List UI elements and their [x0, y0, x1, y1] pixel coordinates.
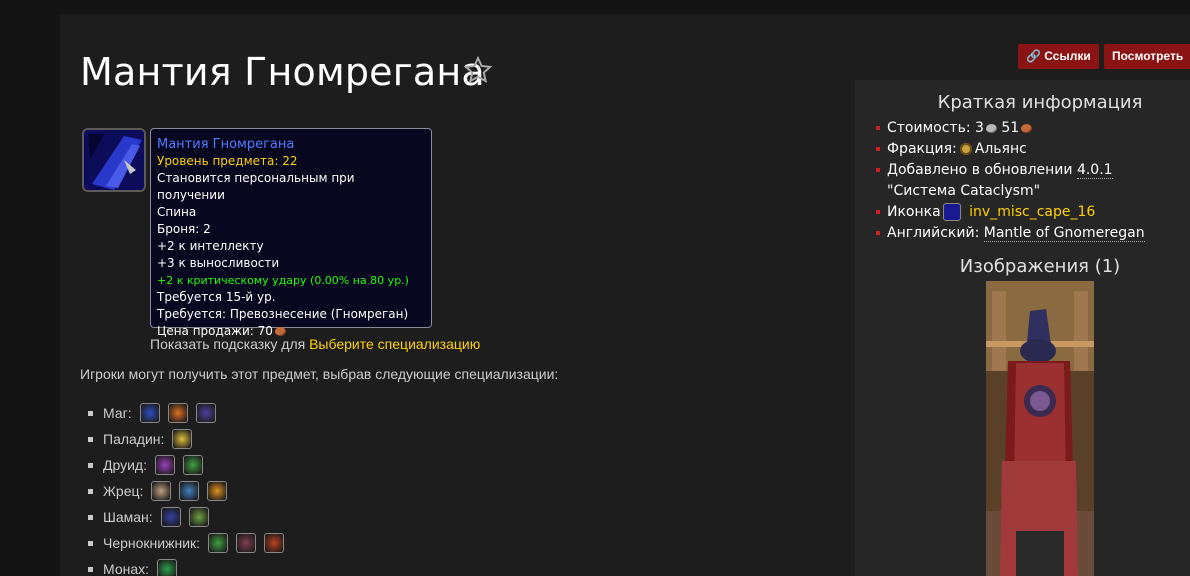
- spec-class-label: Маг:: [103, 405, 132, 421]
- tooltip-item-name: Мантия Гномрегана: [157, 137, 295, 152]
- links-button[interactable]: 🔗 Ссылки: [1018, 44, 1099, 69]
- spec-icon[interactable]: [207, 481, 228, 501]
- tooltip-slot: Спина: [157, 205, 197, 219]
- spec-class-label: Шаман:: [103, 509, 153, 525]
- spec-icon[interactable]: [160, 507, 181, 527]
- spec-icon[interactable]: [139, 403, 160, 423]
- quick-info-title: Краткая информация: [937, 92, 1143, 113]
- favorite-star-icon[interactable]: [463, 55, 493, 85]
- item-tooltip: Мантия Гномрегана Уровень предмета: 22 С…: [150, 128, 432, 338]
- english-name-link[interactable]: Mantle of Gnomeregan: [983, 225, 1145, 242]
- tooltip-binding: Становится персональным при получении: [157, 171, 355, 202]
- info-icon: Иконка inv_misc_cape_16: [876, 202, 1176, 223]
- spec-item: Жрец:: [88, 478, 284, 504]
- spec-icon[interactable]: [195, 403, 216, 423]
- spec-item: Маг:: [88, 400, 284, 426]
- spec-icon[interactable]: [183, 455, 203, 475]
- bullet: [88, 462, 93, 468]
- bullet: [88, 540, 93, 546]
- spec-icon[interactable]: [167, 403, 188, 423]
- item-screenshot[interactable]: [986, 281, 1094, 576]
- tooltip-req-reputation: Требуется: Превознесение (Гномреган): [157, 307, 409, 321]
- bullet: [88, 488, 93, 494]
- tooltip-armor: Броня: 2: [157, 222, 211, 236]
- info-english: Английский: Mantle of Gnomeregan: [876, 223, 1176, 244]
- item-icon: [82, 128, 146, 192]
- spec-icon[interactable]: [157, 559, 178, 576]
- spec-class-label: Монах:: [103, 561, 150, 576]
- copper-coin-icon: [1021, 123, 1033, 133]
- spec-item: Паладин:: [88, 426, 284, 452]
- spec-item: Чернокнижник:: [88, 530, 285, 556]
- spec-icon[interactable]: [188, 507, 209, 527]
- tooltip-stat-stamina: +3 к выносливости: [157, 256, 280, 270]
- spec-item: Монах:: [88, 556, 284, 576]
- bullet: [88, 566, 93, 572]
- bullet: [88, 514, 93, 520]
- page-title: Мантия Гномрегана: [80, 50, 485, 94]
- spec-icon[interactable]: [236, 533, 257, 553]
- spec-class-label: Жрец:: [103, 483, 144, 499]
- spec-item: Друид:: [88, 452, 284, 478]
- info-cost: Стоимость: 3 51: [876, 118, 1176, 139]
- tooltip-stat-intellect: +2 к интеллекту: [157, 239, 264, 253]
- silver-coin-icon: [985, 123, 997, 133]
- copper-coin-icon: [274, 327, 286, 336]
- select-spec-link[interactable]: Выберите специализацию: [309, 336, 480, 352]
- view-button[interactable]: Посмотреть: [1104, 44, 1190, 69]
- spec-icon[interactable]: [172, 429, 193, 449]
- tooltip-item-level: Уровень предмета: 22: [157, 154, 298, 168]
- tooltip-req-level: Требуется 15-й ур.: [157, 290, 276, 304]
- info-added: Добавлено в обновлении 4.0.1 "Система Ca…: [876, 160, 1176, 202]
- quick-info-list: Стоимость: 3 51 Фракция: Альянс Добавлено…: [876, 118, 1176, 244]
- spec-item: Шаман:: [88, 504, 284, 530]
- specs-intro: Игроки могут получить этот предмет, выбр…: [80, 366, 559, 382]
- spec-list: Маг: Паладин: Друид: Жрец: Шаман: Чернокнижни…: [88, 400, 285, 576]
- alliance-icon: [959, 143, 972, 155]
- spec-icon[interactable]: [155, 455, 175, 475]
- info-faction: Фракция: Альянс: [876, 139, 1176, 160]
- spec-icon[interactable]: [179, 481, 200, 501]
- patch-version-link[interactable]: 4.0.1: [1076, 162, 1113, 179]
- link-icon: 🔗: [1026, 49, 1041, 63]
- icon-name-link[interactable]: inv_misc_cape_16: [969, 204, 1095, 220]
- images-title: Изображения (1): [959, 256, 1121, 277]
- bullet: [88, 410, 93, 416]
- spec-class-label: Друид:: [103, 457, 147, 473]
- cape-icon: [942, 203, 961, 221]
- tooltip-stat-crit: +2 к критическому удару (0.00% на 80 ур.…: [157, 274, 409, 287]
- spec-class-label: Чернокнижник:: [103, 535, 201, 551]
- spec-icon[interactable]: [208, 533, 229, 553]
- tooltip-hint: Показать подсказку для Выберите специали…: [150, 336, 481, 352]
- bullet: [88, 436, 93, 442]
- spec-icon[interactable]: [151, 481, 172, 501]
- spec-class-label: Паладин:: [103, 431, 165, 447]
- spec-icon[interactable]: [264, 533, 285, 553]
